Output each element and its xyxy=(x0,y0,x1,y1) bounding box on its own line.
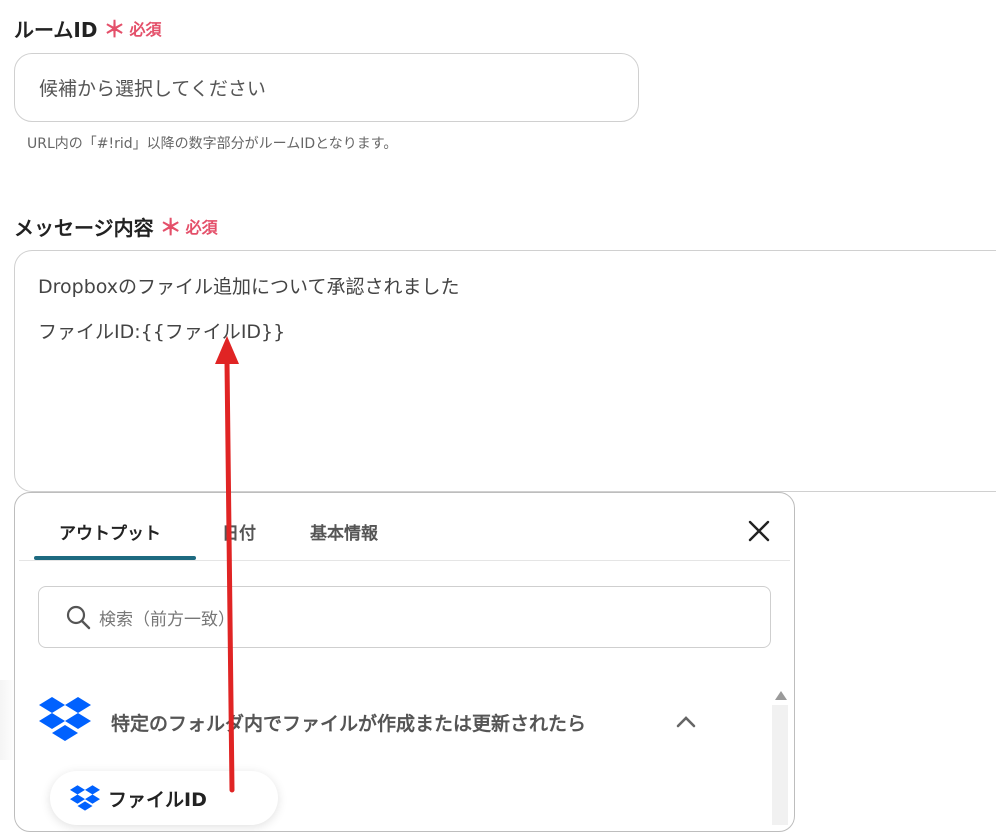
annotation-arrow xyxy=(215,336,239,793)
